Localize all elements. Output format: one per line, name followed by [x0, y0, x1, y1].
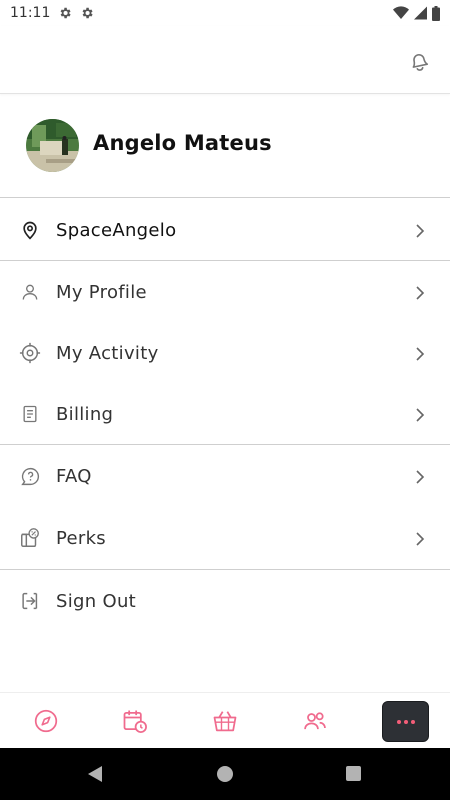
- crosshair-icon: [19, 342, 41, 364]
- compass-icon[interactable]: [26, 701, 66, 741]
- location-pin-icon: [19, 219, 41, 241]
- status-right: [393, 5, 440, 21]
- status-bar: 11:11: [0, 0, 450, 26]
- calendar-clock-icon[interactable]: [115, 701, 155, 741]
- chevron-right-icon: [414, 285, 426, 300]
- bottom-nav: [0, 692, 450, 748]
- status-time: 11:11: [10, 5, 51, 21]
- basket-icon[interactable]: [205, 701, 245, 741]
- avatar[interactable]: [26, 119, 79, 172]
- menu-label-faq: FAQ: [56, 465, 92, 487]
- people-icon[interactable]: [295, 701, 335, 741]
- chevron-right-icon: [414, 407, 426, 422]
- settings-icon: [58, 6, 72, 20]
- menu-item-faq[interactable]: FAQ: [0, 445, 450, 507]
- menu-item-perks[interactable]: Perks: [0, 507, 450, 569]
- menu-label-my-activity: My Activity: [56, 342, 159, 364]
- home-icon[interactable]: [217, 766, 233, 782]
- bell-icon[interactable]: [404, 46, 432, 74]
- chevron-right-icon: [414, 346, 426, 361]
- menu-item-my-activity[interactable]: My Activity: [0, 322, 450, 384]
- settings-icon: [80, 6, 94, 20]
- menu-item-sign-out[interactable]: Sign Out: [0, 570, 450, 632]
- status-left: 11:11: [10, 5, 94, 21]
- menu-label-perks: Perks: [56, 527, 106, 549]
- chevron-right-icon: [414, 531, 426, 546]
- sign-out-icon: [19, 590, 41, 612]
- battery-icon: [432, 5, 440, 21]
- menu-label-my-profile: My Profile: [56, 281, 147, 303]
- profile-header[interactable]: Angelo Mateus: [0, 95, 450, 198]
- menu-label-billing: Billing: [56, 403, 114, 425]
- chevron-right-icon: [414, 223, 426, 238]
- more-button[interactable]: [382, 701, 429, 742]
- menu-label-sign-out: Sign Out: [56, 590, 137, 612]
- menu-label-location: SpaceAngelo: [56, 219, 177, 241]
- more-icon: [396, 719, 401, 724]
- discount-tag-icon: [19, 527, 41, 549]
- signal-icon: [414, 6, 427, 20]
- more-dot: [403, 719, 408, 724]
- help-bubble-icon: [19, 465, 41, 487]
- app-header: [0, 26, 450, 94]
- menu-item-my-profile[interactable]: My Profile: [0, 261, 450, 323]
- profile-name: Angelo Mateus: [93, 131, 272, 155]
- back-icon[interactable]: [87, 765, 103, 783]
- user-icon: [19, 281, 41, 303]
- document-icon: [19, 403, 41, 425]
- wifi-icon: [393, 6, 409, 20]
- more-dot: [410, 719, 415, 724]
- menu-item-location[interactable]: SpaceAngelo: [0, 199, 450, 261]
- menu-item-billing[interactable]: Billing: [0, 383, 450, 445]
- recent-apps-icon[interactable]: [346, 766, 361, 781]
- system-nav-bar: [0, 748, 450, 800]
- chevron-right-icon: [414, 469, 426, 484]
